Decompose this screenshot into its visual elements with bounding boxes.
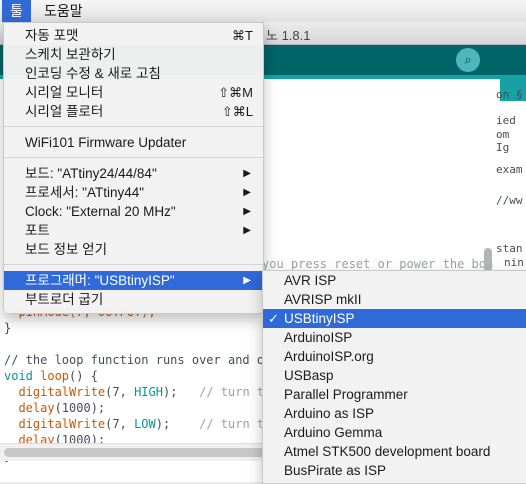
submenu-arrow-icon: ▶ [243,275,251,286]
menu-item-clock[interactable]: Clock: "External 20 MHz" ▶ [4,202,263,221]
menu-item-board-info[interactable]: 보드 정보 얻기 [4,240,263,259]
code-fragment: exam [496,163,523,176]
menu-separator [4,126,263,127]
menu-item-processor[interactable]: 프로세서: "ATtiny44" ▶ [4,183,263,202]
programmer-option[interactable]: Arduino as ISP [263,404,526,423]
menu-item-archive-sketch[interactable]: 스케치 보관하기 [4,45,263,64]
programmer-option[interactable]: AVR ISP [263,271,526,290]
vertical-scrollbar-thumb[interactable] [484,248,492,272]
programmer-option[interactable]: Arduino Gemma [263,423,526,442]
menu-item-auto-format[interactable]: 자동 포맷 ⌘T [4,26,263,45]
menu-bar: 툴 도움말 [0,0,526,23]
submenu-arrow-icon: ▶ [243,187,251,198]
code-fragment: stan [496,242,523,255]
programmer-option[interactable]: ArduinoISP [263,328,526,347]
programmer-option-selected[interactable]: ✓ USBtinyISP [263,309,526,328]
code-fragment: nin [504,256,524,269]
programmer-option[interactable]: USBasp [263,366,526,385]
submenu-arrow-icon: ▶ [243,168,251,179]
programmer-option[interactable]: Atmel STK500 development board [263,442,526,461]
code-fragment: om Ig [496,128,510,154]
menu-item-burn-bootloader[interactable]: 부트로더 굽기 [4,290,263,309]
menubar-tools[interactable]: 툴 [2,0,31,22]
magnifier-icon: ⌕ [464,52,472,67]
code-line: // the loop function runs over and ov [4,353,272,367]
submenu-arrow-icon: ▶ [243,225,251,236]
code-line: } [4,321,12,335]
programmer-submenu: AVR ISP AVRISP mkII ✓ USBtinyISP ArduinoI… [262,270,526,484]
menu-item-wifi101-updater[interactable]: WiFi101 Firmware Updater [4,133,263,152]
code-line: digitalWrite(7, HIGH); // turn th [4,385,272,399]
code-fragment: ied [496,114,516,127]
code-line: void loop() { [4,369,98,383]
menu-item-programmer[interactable]: 프로그래머: "USBtinyISP" ▶ [4,271,263,290]
programmer-option[interactable]: Parallel Programmer [263,385,526,404]
menubar-help[interactable]: 도움말 [36,0,91,22]
menu-separator [4,264,263,265]
menu-item-fix-encoding[interactable]: 인코딩 수정 & 새로 고침 [4,64,263,83]
menu-item-board[interactable]: 보드: "ATtiny24/44/84" ▶ [4,164,263,183]
window-title: 노 1.8.1 [266,28,311,43]
menu-item-serial-monitor[interactable]: 시리얼 모니터 ⇧⌘M [4,83,263,102]
code-line: delay(1000); [4,401,106,415]
code-fragment: //ww [496,194,523,207]
programmer-option[interactable]: BusPirate as ISP [263,461,526,480]
menu-item-port[interactable]: 포트 ▶ [4,221,263,240]
code-fragment: on § [496,88,523,101]
code-line: digitalWrite(7, LOW); // turn th [4,417,272,431]
serial-monitor-button[interactable]: ⌕ [456,48,480,72]
menu-separator [4,157,263,158]
programmer-option[interactable]: ArduinoISP.org [263,347,526,366]
submenu-arrow-icon: ▶ [243,206,251,217]
programmer-option[interactable]: AVRISP mkII [263,290,526,309]
tools-menu: 자동 포맷 ⌘T 스케치 보관하기 인코딩 수정 & 새로 고침 시리얼 모니터 ⇧… [3,22,264,314]
checkmark-icon: ✓ [268,311,279,326]
menu-item-serial-plotter[interactable]: 시리얼 플로터 ⇧⌘L [4,102,263,121]
